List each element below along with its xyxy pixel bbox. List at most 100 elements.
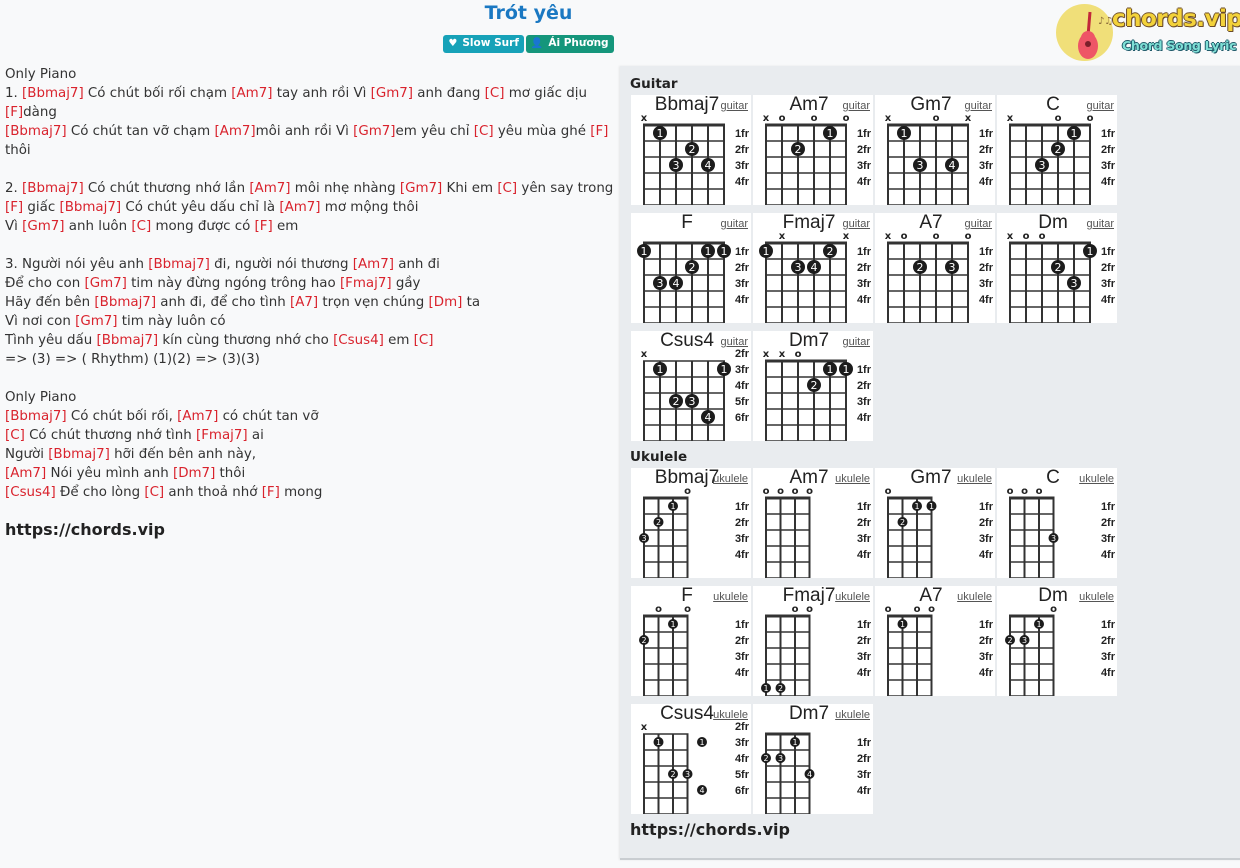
chord-link[interactable]: [Bbmaj7]: [22, 86, 84, 101]
chord-link[interactable]: [Fmaj7]: [196, 428, 248, 443]
guitar-link[interactable]: guitar: [842, 336, 870, 348]
panel-site-link[interactable]: https://chords.vip: [630, 820, 790, 839]
rhythm-badge[interactable]: ♥ Slow Surf: [443, 35, 524, 53]
ukulele-link[interactable]: ukulele: [835, 591, 870, 603]
ukulele-link[interactable]: ukulele: [1079, 591, 1114, 603]
chord-link[interactable]: [C]: [497, 181, 517, 196]
chord-link[interactable]: [F]: [590, 124, 608, 139]
ukulele-chord-card[interactable]: x 2fr 3fr 4fr 5fr 6fr 1 1 2 3 4 Csus4 ukulele: [631, 703, 751, 814]
guitar-chord-card[interactable]: x 1fr 2fr 3fr 4fr 1 2 3 4 Bbmaj7 guitar: [631, 94, 751, 205]
ukulele-link[interactable]: ukulele: [957, 591, 992, 603]
ukulele-chord-card[interactable]: o 1fr 2fr 3fr 4fr 1 1 2 Gm7 ukulele: [875, 467, 995, 578]
chord-link[interactable]: [Gm7]: [400, 181, 442, 196]
guitar-chord-card[interactable]: x 2fr 3fr 4fr 5fr 6fr 1 1 2 3 4 Csus4 guitar: [631, 330, 751, 441]
chord-link[interactable]: [Fmaj7]: [340, 276, 392, 291]
ukulele-link[interactable]: ukulele: [1079, 473, 1114, 485]
finger-number: 1: [641, 245, 648, 258]
chord-link[interactable]: [C]: [485, 86, 505, 101]
guitar-chord-card[interactable]: x o o 1fr 2fr 3fr 4fr 1 2 3 Dm guitar: [997, 212, 1117, 323]
open-string-mark: o: [779, 113, 786, 124]
guitar-chord-card[interactable]: x x o 1fr 2fr 3fr 4fr 1 1 2 Dm7 guitar: [753, 330, 873, 441]
fret-number-label: 4fr: [735, 667, 750, 679]
ukulele-link[interactable]: ukulele: [957, 473, 992, 485]
chord-link[interactable]: [F]: [262, 485, 280, 500]
ukulele-chord-card[interactable]: o 1fr 2fr 3fr 4fr 1 2 3 Dm ukulele: [997, 585, 1117, 696]
guitar-chord-card[interactable]: x o o 1fr 2fr 3fr 4fr 1 2 3 Cguitar: [997, 94, 1117, 205]
fret-number-label: 2fr: [1101, 262, 1116, 274]
guitar-chord-card[interactable]: 1fr 2fr 3fr 4fr 1 1 1 2 3 4 Fguitar: [631, 212, 751, 323]
chord-link[interactable]: [Bbmaj7]: [94, 295, 156, 310]
fret-number-label: 1fr: [857, 737, 872, 749]
chord-link[interactable]: [C]: [474, 124, 494, 139]
chord-link[interactable]: [Gm7]: [371, 86, 413, 101]
chord-name: Gm7: [910, 94, 952, 115]
ukulele-link[interactable]: ukulele: [835, 473, 870, 485]
guitar-link[interactable]: guitar: [1086, 218, 1114, 230]
chord-link[interactable]: [Gm7]: [75, 314, 117, 329]
chord-link[interactable]: [Am7]: [353, 257, 394, 272]
ukulele-link[interactable]: ukulele: [713, 709, 748, 721]
chord-link[interactable]: [Am7]: [5, 466, 46, 481]
finger-number: 3: [1051, 534, 1056, 543]
site-link[interactable]: https://chords.vip: [5, 520, 165, 539]
chord-link[interactable]: [A7]: [290, 295, 318, 310]
chord-link[interactable]: [Dm7]: [173, 466, 215, 481]
guitar-link[interactable]: guitar: [964, 100, 992, 112]
ukulele-chord-card[interactable]: 1fr 2fr 3fr 4fr 1 2 3 4 Dm7 ukulele: [753, 703, 873, 814]
guitar-link[interactable]: guitar: [720, 336, 748, 348]
ukulele-chord-card[interactable]: o o o 1fr 2fr 3fr 4fr 3 Cukulele: [997, 467, 1117, 578]
chord-link[interactable]: [Bbmaj7]: [5, 409, 67, 424]
finger-number: 1: [763, 684, 768, 693]
chord-name: Dm7: [788, 703, 830, 724]
chord-link[interactable]: [Gm7]: [84, 276, 126, 291]
chord-link[interactable]: [F]: [5, 105, 23, 120]
chord-link[interactable]: [Am7]: [177, 409, 218, 424]
lyric-line: 1. [Bbmaj7] Có chút bối rối chạm [Am7] t…: [5, 84, 615, 103]
lyric-text: anh thoả nhớ: [164, 485, 262, 500]
chord-link[interactable]: [Dm]: [429, 295, 463, 310]
chord-link[interactable]: [Bbmaj7]: [148, 257, 210, 272]
ukulele-link[interactable]: ukulele: [713, 591, 748, 603]
fret-number-label: 2fr: [857, 517, 872, 529]
chord-link[interactable]: [Bbmaj7]: [97, 333, 159, 348]
guitar-link[interactable]: guitar: [842, 218, 870, 230]
chord-link[interactable]: [F]: [5, 200, 23, 215]
ukulele-link[interactable]: ukulele: [713, 473, 748, 485]
chord-link[interactable]: [C]: [414, 333, 434, 348]
site-logo[interactable]: ♪♫ chords.vip Chord Song Lyric: [1054, 4, 1240, 62]
chord-link[interactable]: [Bbmaj7]: [22, 181, 84, 196]
chord-link[interactable]: [Bbmaj7]: [59, 200, 121, 215]
guitar-chord-card[interactable]: x o x 1fr 2fr 3fr 4fr 1 3 4 Gm7 guitar: [875, 94, 995, 205]
chord-link[interactable]: [Am7]: [249, 181, 290, 196]
guitar-chord-card[interactable]: x o o o 1fr 2fr 3fr 4fr 1 2 Am7 guitar: [753, 94, 873, 205]
chord-link[interactable]: [Bbmaj7]: [48, 447, 110, 462]
lyric-line: thôi: [5, 141, 615, 160]
guitar-chord-card[interactable]: x x 1fr 2fr 3fr 4fr 1 2 3 4 Fmaj7 guitar: [753, 212, 873, 323]
chord-link[interactable]: [Am7]: [231, 86, 272, 101]
chord-link[interactable]: [C]: [144, 485, 164, 500]
ukulele-chord-card[interactable]: o o 1fr 2fr 3fr 4fr 1 2 Fukulele: [631, 585, 751, 696]
chord-link[interactable]: [Am7]: [279, 200, 320, 215]
guitar-link[interactable]: guitar: [964, 218, 992, 230]
ukulele-chord-card[interactable]: o 1fr 2fr 3fr 4fr 1 2 3 Bbmaj7 ukulele: [631, 467, 751, 578]
chord-link[interactable]: [Bbmaj7]: [5, 124, 67, 139]
chord-link[interactable]: [F]: [255, 219, 273, 234]
guitar-chord-card[interactable]: x o o o 1fr 2fr 3fr 4fr 2 3 A7 guitar: [875, 212, 995, 323]
chord-link[interactable]: [C]: [131, 219, 151, 234]
chord-link[interactable]: [Gm7]: [353, 124, 395, 139]
ukulele-chord-card[interactable]: o o o o 1fr 2fr 3fr 4fr Am7 ukulele: [753, 467, 873, 578]
ukulele-chord-card[interactable]: o o 1fr 2fr 3fr 4fr 1 2 Fmaj7 ukulele: [753, 585, 873, 696]
chord-link[interactable]: [Am7]: [214, 124, 255, 139]
guitar-link[interactable]: guitar: [720, 100, 748, 112]
guitar-link[interactable]: guitar: [842, 100, 870, 112]
artist-badge[interactable]: 👤 Ái Phương: [525, 35, 614, 53]
guitar-link[interactable]: guitar: [720, 218, 748, 230]
chord-link[interactable]: [Gm7]: [22, 219, 64, 234]
chord-link[interactable]: [C]: [5, 428, 25, 443]
ukulele-chord-card[interactable]: o o o 1fr 2fr 3fr 4fr 1 A7 ukulele: [875, 585, 995, 696]
guitar-link[interactable]: guitar: [1086, 100, 1114, 112]
finger-number: 1: [914, 502, 919, 511]
ukulele-link[interactable]: ukulele: [835, 709, 870, 721]
chord-link[interactable]: [Csus4]: [333, 333, 384, 348]
chord-link[interactable]: [Csus4]: [5, 485, 56, 500]
